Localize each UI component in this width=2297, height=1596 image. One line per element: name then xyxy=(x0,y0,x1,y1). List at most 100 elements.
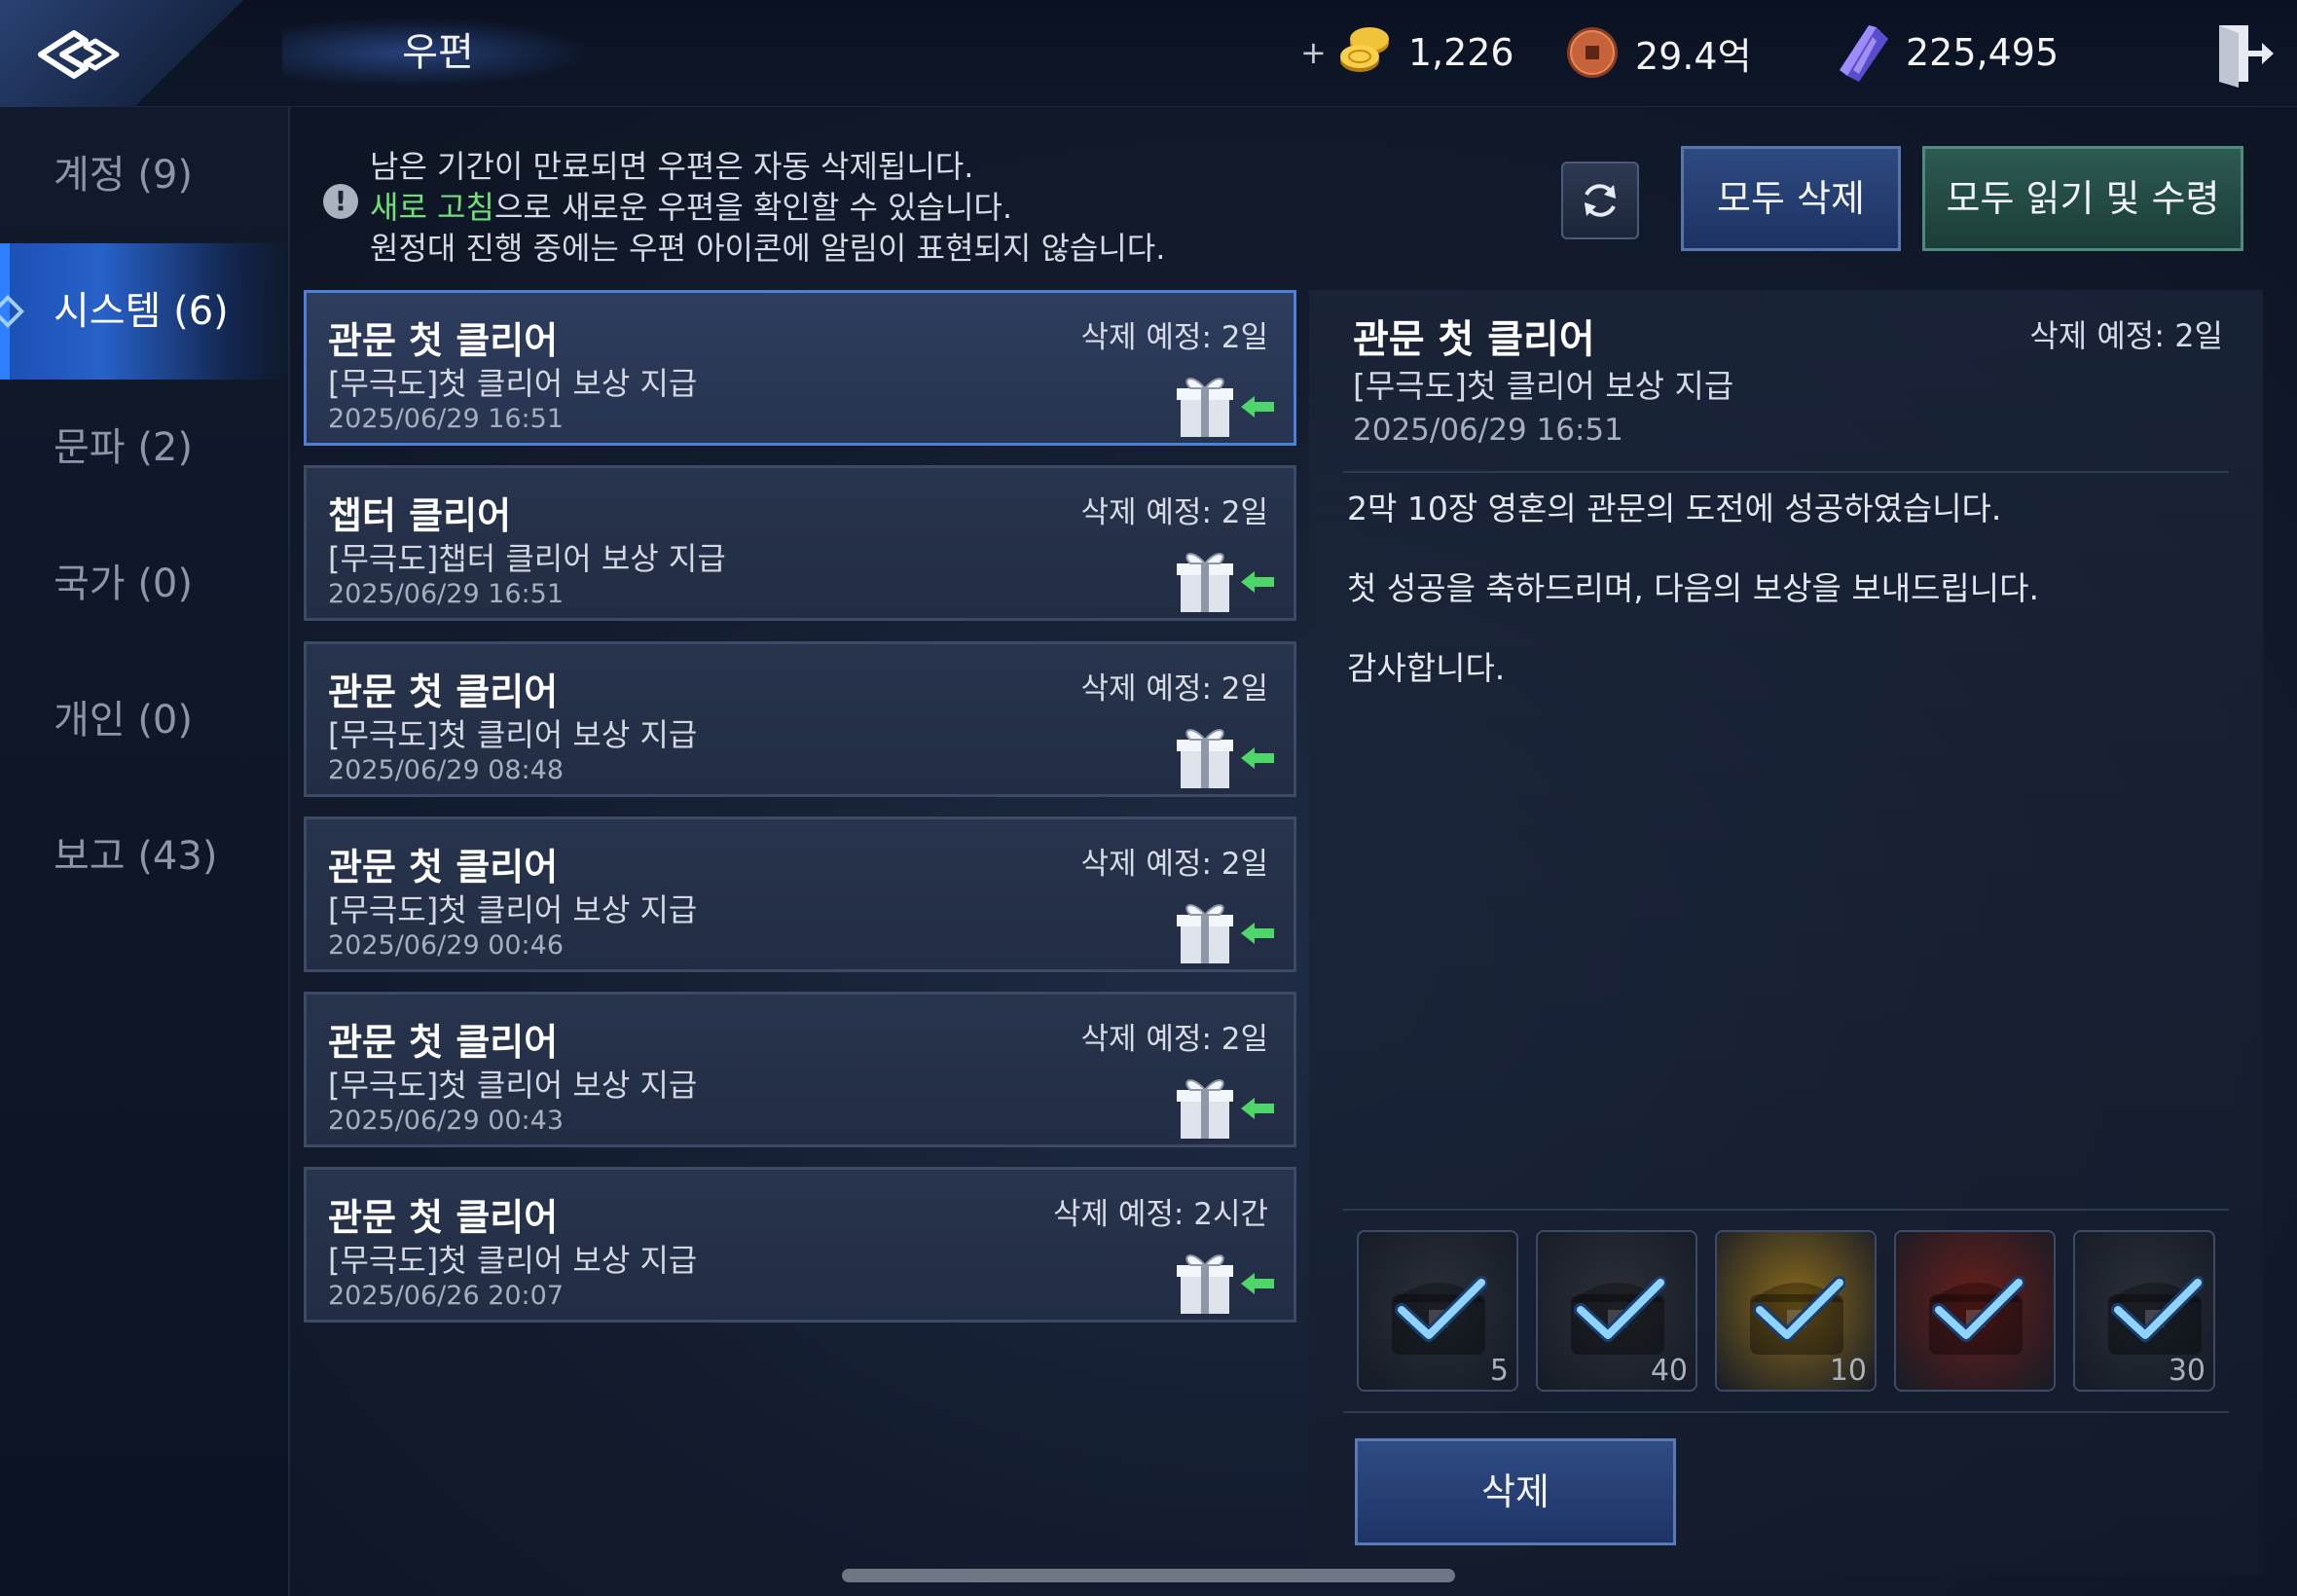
mail-subtitle: [무극도]첫 클리어 보상 지급 xyxy=(328,1242,698,1279)
copper-coin-icon xyxy=(1567,27,1618,78)
copper-amount: 29.4억 xyxy=(1635,34,1752,78)
claim-arrow-icon xyxy=(1241,571,1274,593)
reward-count: 10 xyxy=(1829,1354,1867,1388)
mail-expire: 삭제 예정: 2일 xyxy=(1080,320,1268,355)
currency-copper[interactable]: 29.4억 xyxy=(1563,21,1752,84)
claimed-check-icon xyxy=(1932,1276,2024,1342)
back-arrow-icon xyxy=(38,30,120,79)
sidebar-item-nation[interactable]: 국가 (0) xyxy=(0,516,290,652)
claim-arrow-icon xyxy=(1241,747,1274,769)
mail-item[interactable]: 관문 첫 클리어 [무극도]첫 클리어 보상 지급 2025/06/29 00:46… xyxy=(304,816,1296,972)
mail-subtitle: [무극도]첫 클리어 보상 지급 xyxy=(328,1067,698,1104)
mail-expire: 삭제 예정: 2시간 xyxy=(1053,1197,1268,1232)
sidebar: 계정 (9) 시스템 (6) 문파 (2) 국가 (0) 개인 (0) 보고 (… xyxy=(0,107,290,1596)
top-bar: 우편 + 1,226 29.4억 225,495 xyxy=(0,0,2297,107)
detail-body-line: 2막 10장 영혼의 관문의 도전에 성공하였습니다. xyxy=(1347,490,2002,527)
sidebar-item-account[interactable]: 계정 (9) xyxy=(0,107,290,243)
reward-count: 40 xyxy=(1650,1354,1688,1388)
sidebar-item-label: 보고 (43) xyxy=(54,834,218,879)
sidebar-item-system[interactable]: 시스템 (6) xyxy=(0,243,290,380)
mail-date: 2025/06/29 00:43 xyxy=(328,1106,565,1136)
divider xyxy=(1343,471,2229,473)
gold-coins-icon xyxy=(1339,27,1389,72)
detail-body-line: 감사합니다. xyxy=(1347,649,1506,687)
horizontal-scrollbar[interactable] xyxy=(842,1569,1455,1582)
detail-body-line: 첫 성공을 축하드리며, 다음의 보상을 보내드립니다. xyxy=(1347,569,2039,607)
mail-subtitle: [무극도]첫 클리어 보상 지급 xyxy=(328,891,698,928)
page-title: 우편 xyxy=(282,18,594,88)
gift-box-icon xyxy=(1177,1079,1233,1139)
claim-arrow-icon xyxy=(1241,396,1274,417)
detail-title: 관문 첫 클리어 xyxy=(1353,317,1595,362)
back-button[interactable] xyxy=(0,0,243,107)
claimed-check-icon xyxy=(1574,1276,1666,1342)
mail-subtitle: [무극도]첫 클리어 보상 지급 xyxy=(328,716,698,753)
sidebar-item-label: 계정 (9) xyxy=(54,153,193,198)
reward-item[interactable] xyxy=(1894,1230,2056,1392)
mail-title: 관문 첫 클리어 xyxy=(328,319,559,362)
refresh-button[interactable] xyxy=(1561,162,1639,239)
claim-arrow-icon xyxy=(1241,923,1274,944)
claim-arrow-icon xyxy=(1241,1273,1274,1294)
mail-title: 챕터 클리어 xyxy=(328,494,512,537)
claim-arrow-icon xyxy=(1241,1098,1274,1119)
notice-line-2: 새로 고침으로 새로운 우편을 확인할 수 있습니다. xyxy=(370,183,1012,228)
mail-item[interactable]: 관문 첫 클리어 [무극도]첫 클리어 보상 지급 2025/06/26 20:07… xyxy=(304,1167,1296,1323)
active-marker-icon xyxy=(0,295,24,328)
gold-amount: 1,226 xyxy=(1407,31,1514,74)
notice-refresh-highlight: 새로 고침 xyxy=(370,189,494,226)
exit-button[interactable] xyxy=(2209,19,2278,88)
reward-item[interactable]: 5 xyxy=(1357,1230,1518,1392)
sidebar-item-personal[interactable]: 개인 (0) xyxy=(0,652,290,788)
gift-box-icon xyxy=(1177,729,1233,788)
mail-date: 2025/06/29 00:46 xyxy=(328,930,565,961)
sidebar-item-label: 국가 (0) xyxy=(54,562,193,606)
claimed-check-icon xyxy=(1395,1276,1487,1342)
reward-item[interactable]: 30 xyxy=(2073,1230,2215,1392)
mail-title: 관문 첫 클리어 xyxy=(328,671,559,713)
mail-item[interactable]: 관문 첫 클리어 [무극도]첫 클리어 보상 지급 2025/06/29 16:51… xyxy=(304,290,1296,446)
detail-subtitle: [무극도]첫 클리어 보상 지급 xyxy=(1353,367,1734,405)
divider xyxy=(1343,1209,2229,1211)
mail-date: 2025/06/26 20:07 xyxy=(328,1281,565,1311)
detail-date: 2025/06/29 16:51 xyxy=(1353,413,1623,448)
mail-date: 2025/06/29 08:48 xyxy=(328,755,565,785)
exit-door-icon xyxy=(2219,25,2274,88)
sidebar-item-label: 문파 (2) xyxy=(54,425,193,470)
delete-all-button[interactable]: 모두 삭제 xyxy=(1681,146,1901,251)
gift-box-icon xyxy=(1177,904,1233,963)
sidebar-item-guild[interactable]: 문파 (2) xyxy=(0,380,290,516)
claimed-check-icon xyxy=(2111,1276,2204,1342)
mail-item[interactable]: 관문 첫 클리어 [무극도]첫 클리어 보상 지급 2025/06/29 08:48… xyxy=(304,641,1296,797)
reward-item[interactable]: 40 xyxy=(1536,1230,1697,1392)
detail-expire: 삭제 예정: 2일 xyxy=(2029,317,2223,354)
notice-line-2-rest: 으로 새로운 우편을 확인할 수 있습니다. xyxy=(493,189,1013,226)
mail-expire: 삭제 예정: 2일 xyxy=(1080,495,1268,530)
mail-expire: 삭제 예정: 2일 xyxy=(1080,847,1268,882)
notice-line-1: 남은 기간이 만료되면 우편은 자동 삭제됩니다. xyxy=(370,148,974,185)
mail-title: 관문 첫 클리어 xyxy=(328,1021,559,1064)
sidebar-item-report[interactable]: 보고 (43) xyxy=(0,788,290,925)
mail-item[interactable]: 관문 첫 클리어 [무극도]첫 클리어 보상 지급 2025/06/29 00:43… xyxy=(304,992,1296,1147)
reward-item[interactable]: 10 xyxy=(1715,1230,1877,1392)
gift-box-icon xyxy=(1177,553,1233,612)
reward-count: 30 xyxy=(2168,1354,2206,1388)
gift-box-icon xyxy=(1177,1254,1233,1314)
currency-gold[interactable]: + 1,226 xyxy=(1300,21,1514,84)
delete-button[interactable]: 삭제 xyxy=(1355,1438,1676,1545)
read-all-claim-button[interactable]: 모두 읽기 및 수령 xyxy=(1922,146,2243,251)
notice-line-3: 원정대 진행 중에는 우편 아이콘에 알림이 표현되지 않습니다. xyxy=(370,230,1166,267)
mail-date: 2025/06/29 16:51 xyxy=(328,404,565,434)
info-icon: ! xyxy=(323,184,358,219)
mail-subtitle: [무극도]챕터 클리어 보상 지급 xyxy=(328,540,726,577)
mail-subtitle: [무극도]첫 클리어 보상 지급 xyxy=(328,365,698,402)
sidebar-item-label: 시스템 (6) xyxy=(54,289,229,334)
crystal-amount: 225,495 xyxy=(1906,31,2060,74)
plus-icon[interactable]: + xyxy=(1300,34,1327,71)
refresh-icon xyxy=(1585,184,1616,217)
claimed-check-icon xyxy=(1753,1276,1845,1342)
purple-crystal-icon xyxy=(1840,25,1888,82)
mail-item[interactable]: 챕터 클리어 [무극도]챕터 클리어 보상 지급 2025/06/29 16:51 삭… xyxy=(304,465,1296,621)
sidebar-item-label: 개인 (0) xyxy=(54,698,193,743)
currency-crystal[interactable]: 225,495 xyxy=(1834,21,2059,84)
